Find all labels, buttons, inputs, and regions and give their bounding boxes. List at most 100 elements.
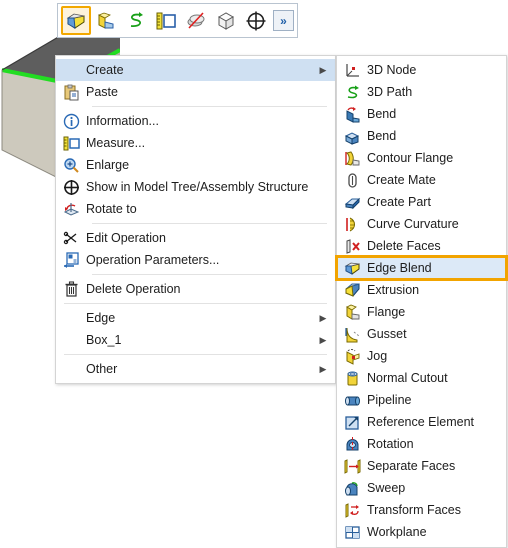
menu-item-label: Delete Operation — [86, 282, 181, 296]
menu-separator — [64, 303, 327, 304]
submenu-item-gusset[interactable]: Gusset — [337, 323, 506, 345]
path-3d-tool[interactable] — [121, 6, 151, 35]
submenu-item-label: Sweep — [367, 481, 406, 495]
menu-item-paste[interactable]: Paste — [56, 81, 335, 103]
extrusion-icon — [337, 279, 367, 301]
submenu-item-label: Curve Curvature — [367, 217, 459, 231]
operation-parameters-icon — [56, 249, 86, 271]
menu-separator — [92, 106, 327, 107]
submenu-item-edge-blend[interactable]: Edge Blend — [335, 255, 508, 281]
screen: » Create ▶ Paste Information... Measure.… — [0, 0, 508, 548]
cube-icon — [215, 10, 237, 32]
submenu-item-bend-2[interactable]: Bend — [337, 125, 506, 147]
3d-path-icon — [125, 10, 147, 32]
blank-icon — [56, 307, 86, 329]
submenu-item-normal-cutout[interactable]: Normal Cutout — [337, 367, 506, 389]
menu-separator — [92, 274, 327, 275]
submenu-item-3d-path[interactable]: 3D Path — [337, 81, 506, 103]
menu-item-label: Measure... — [86, 136, 146, 150]
edge-blend-tool[interactable] — [61, 6, 91, 35]
menu-separator — [92, 223, 327, 224]
menu-item-operation-parameters[interactable]: Operation Parameters... — [56, 249, 335, 271]
cube-view-tool[interactable] — [211, 6, 241, 35]
reference-element-icon — [337, 411, 367, 433]
submenu-item-jog[interactable]: Jog — [337, 345, 506, 367]
center-tool[interactable] — [241, 6, 271, 35]
measure-tool[interactable] — [151, 6, 181, 35]
menu-item-edit-operation[interactable]: Edit Operation — [56, 227, 335, 249]
menu-item-label: Paste — [86, 85, 118, 99]
blank-icon — [56, 59, 86, 81]
create-part-icon — [337, 191, 367, 213]
menu-item-label: Edge — [86, 311, 116, 325]
flange-tool[interactable] — [91, 6, 121, 35]
rotation-icon — [337, 433, 367, 455]
submenu-item-label: Delete Faces — [367, 239, 441, 253]
submenu-item-label: Flange — [367, 305, 406, 319]
menu-item-label: Other — [86, 362, 118, 376]
submenu-item-pipeline[interactable]: Pipeline — [337, 389, 506, 411]
blank-icon — [56, 358, 86, 380]
chevron-right-icon: ▶ — [319, 334, 327, 345]
crosshair-icon — [245, 10, 267, 32]
menu-item-delete-operation[interactable]: Delete Operation — [56, 278, 335, 300]
menu-item-show-in-model-tree[interactable]: Show in Model Tree/Assembly Structure — [56, 176, 335, 198]
submenu-item-curve-curvature[interactable]: Curve Curvature — [337, 213, 506, 235]
delete-faces-icon — [337, 235, 367, 257]
submenu-item-separate-faces[interactable]: Separate Faces — [337, 455, 506, 477]
toolbar-overflow-button[interactable]: » — [273, 10, 294, 31]
modeling-toolbar[interactable]: » — [57, 3, 298, 38]
measure-icon — [56, 132, 86, 154]
separate-faces-icon — [337, 455, 367, 477]
gusset-icon — [337, 323, 367, 345]
submenu-item-workplane[interactable]: Workplane — [337, 521, 506, 543]
submenu-item-label: Normal Cutout — [367, 371, 448, 385]
submenu-item-reference-element[interactable]: Reference Element — [337, 411, 506, 433]
submenu-item-create-mate[interactable]: Create Mate — [337, 169, 506, 191]
context-menu[interactable]: Create ▶ Paste Information... Measure...… — [55, 55, 336, 384]
menu-item-other[interactable]: Other ▶ — [56, 358, 335, 380]
normal-cutout-icon — [337, 367, 367, 389]
hide-tool[interactable] — [181, 6, 211, 35]
transform-faces-icon — [337, 499, 367, 521]
submenu-item-transform-faces[interactable]: Transform Faces — [337, 499, 506, 521]
paste-icon — [56, 81, 86, 103]
3d-node-icon — [337, 59, 367, 81]
submenu-item-label: Gusset — [367, 327, 407, 341]
workplane-icon — [337, 521, 367, 543]
submenu-item-flange[interactable]: Flange — [337, 301, 506, 323]
submenu-item-create-part[interactable]: Create Part — [337, 191, 506, 213]
enlarge-icon — [56, 154, 86, 176]
submenu-item-sweep[interactable]: Sweep — [337, 477, 506, 499]
menu-item-rotate-to[interactable]: Rotate to — [56, 198, 335, 220]
menu-item-enlarge[interactable]: Enlarge — [56, 154, 335, 176]
menu-item-label: Create — [86, 63, 124, 77]
blank-icon — [56, 329, 86, 351]
submenu-item-label: Create Part — [367, 195, 431, 209]
menu-item-edge[interactable]: Edge ▶ — [56, 307, 335, 329]
submenu-item-label: Pipeline — [367, 393, 412, 407]
submenu-item-label: Create Mate — [367, 173, 436, 187]
submenu-item-extrusion[interactable]: Extrusion — [337, 279, 506, 301]
edit-operation-icon — [56, 227, 86, 249]
bend-red-icon — [337, 103, 367, 125]
menu-item-information[interactable]: Information... — [56, 110, 335, 132]
menu-item-create[interactable]: Create ▶ — [56, 59, 335, 81]
information-icon — [56, 110, 86, 132]
submenu-item-contour-flange[interactable]: Contour Flange — [337, 147, 506, 169]
flange-icon — [337, 301, 367, 323]
menu-item-box-1[interactable]: Box_1 ▶ — [56, 329, 335, 351]
curve-curvature-icon — [337, 213, 367, 235]
create-mate-icon — [337, 169, 367, 191]
jog-icon — [337, 345, 367, 367]
edge-blend-icon — [65, 10, 87, 32]
menu-item-label: Edit Operation — [86, 231, 166, 245]
submenu-item-bend-1[interactable]: Bend — [337, 103, 506, 125]
measure-icon — [155, 10, 177, 32]
submenu-item-rotation[interactable]: Rotation — [337, 433, 506, 455]
chevron-right-icon: ▶ — [319, 363, 327, 374]
create-submenu[interactable]: 3D Node 3D Path Bend Bend Contour Flange… — [335, 55, 508, 548]
submenu-item-3d-node[interactable]: 3D Node — [337, 59, 506, 81]
menu-item-measure[interactable]: Measure... — [56, 132, 335, 154]
submenu-item-delete-faces[interactable]: Delete Faces — [337, 235, 506, 257]
